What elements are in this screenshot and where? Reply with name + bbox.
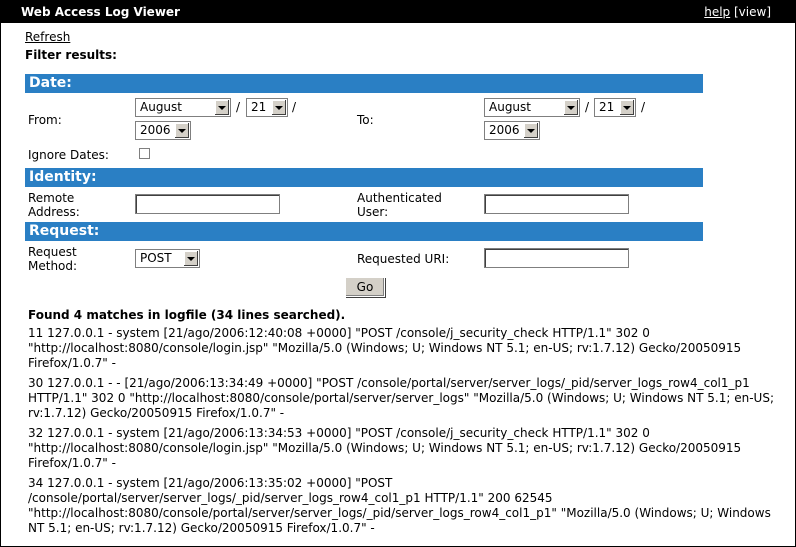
- to-year-select[interactable]: 2006: [484, 121, 540, 140]
- chevron-down-icon: [563, 100, 578, 115]
- request-method-label-line1: Request: [28, 245, 77, 259]
- chevron-down-icon: [214, 100, 229, 115]
- app-title: Web Access Log Viewer: [21, 5, 180, 19]
- result-summary: Found 4 matches in logfile (34 lines sea…: [28, 308, 346, 322]
- identity-section-header: Identity:: [25, 168, 703, 187]
- to-month-value: August: [489, 100, 531, 114]
- chevron-down-icon: [619, 100, 634, 115]
- ignore-dates-checkbox[interactable]: [139, 148, 150, 159]
- from-year-value: 2006: [140, 123, 171, 137]
- go-button[interactable]: Go: [345, 277, 385, 297]
- request-method-value: POST: [140, 251, 172, 265]
- remote-address-label-line2: Address:: [28, 205, 80, 219]
- authenticated-user-label: Authenticated User:: [357, 191, 442, 219]
- chevron-down-icon: [174, 123, 189, 138]
- help-link[interactable]: help: [704, 5, 730, 19]
- date-separator: /: [641, 100, 646, 114]
- date-separator: /: [585, 100, 590, 114]
- title-links: help [view]: [704, 5, 771, 19]
- to-month-select[interactable]: August: [484, 98, 580, 117]
- view-link[interactable]: [view]: [734, 5, 771, 19]
- authenticated-user-label-line2: User:: [357, 205, 389, 219]
- from-month-value: August: [140, 100, 182, 114]
- requested-uri-label: Requested URI:: [357, 252, 450, 266]
- request-method-select[interactable]: POST: [135, 249, 200, 268]
- log-viewer-window: Web Access Log Viewer help [view] Refres…: [0, 0, 796, 547]
- from-year-select[interactable]: 2006: [135, 121, 191, 140]
- filter-heading: Filter results:: [25, 48, 117, 62]
- log-entry: 11 127.0.0.1 - system [21/ago/2006:12:40…: [28, 326, 742, 370]
- request-method-label: Request Method:: [28, 245, 77, 273]
- log-entry: 30 127.0.0.1 - - [21/ago/2006:13:34:49 +…: [28, 376, 774, 420]
- log-results-list: 11 127.0.0.1 - system [21/ago/2006:12:40…: [28, 326, 776, 541]
- to-year-value: 2006: [489, 123, 520, 137]
- date-separator: /: [236, 100, 241, 114]
- date-separator: /: [292, 100, 297, 114]
- title-bar: Web Access Log Viewer help [view]: [1, 1, 795, 23]
- from-month-select[interactable]: August: [135, 98, 231, 117]
- to-day-value: 21: [599, 100, 615, 114]
- chevron-down-icon: [271, 100, 286, 115]
- chevron-down-icon: [523, 123, 538, 138]
- request-method-label-line2: Method:: [28, 259, 78, 273]
- requested-uri-input[interactable]: [484, 248, 629, 268]
- request-section-header: Request:: [25, 222, 703, 241]
- authenticated-user-input[interactable]: [484, 194, 629, 214]
- authenticated-user-label-line1: Authenticated: [357, 191, 442, 205]
- log-entry: 32 127.0.0.1 - system [21/ago/2006:13:34…: [28, 426, 742, 470]
- from-day-select[interactable]: 21: [246, 98, 288, 117]
- chevron-down-icon: [183, 251, 198, 266]
- remote-address-label-line1: Remote: [28, 191, 75, 205]
- log-entry: 34 127.0.0.1 - system [21/ago/2006:13:35…: [28, 476, 771, 535]
- ignore-dates-label: Ignore Dates:: [28, 148, 109, 162]
- to-label: To:: [357, 113, 374, 127]
- remote-address-label: Remote Address:: [28, 191, 80, 219]
- from-label: From:: [28, 113, 62, 127]
- remote-address-input[interactable]: [135, 194, 280, 214]
- to-day-select[interactable]: 21: [594, 98, 636, 117]
- date-section-header: Date:: [25, 74, 703, 93]
- from-day-value: 21: [251, 100, 267, 114]
- refresh-link[interactable]: Refresh: [25, 30, 70, 44]
